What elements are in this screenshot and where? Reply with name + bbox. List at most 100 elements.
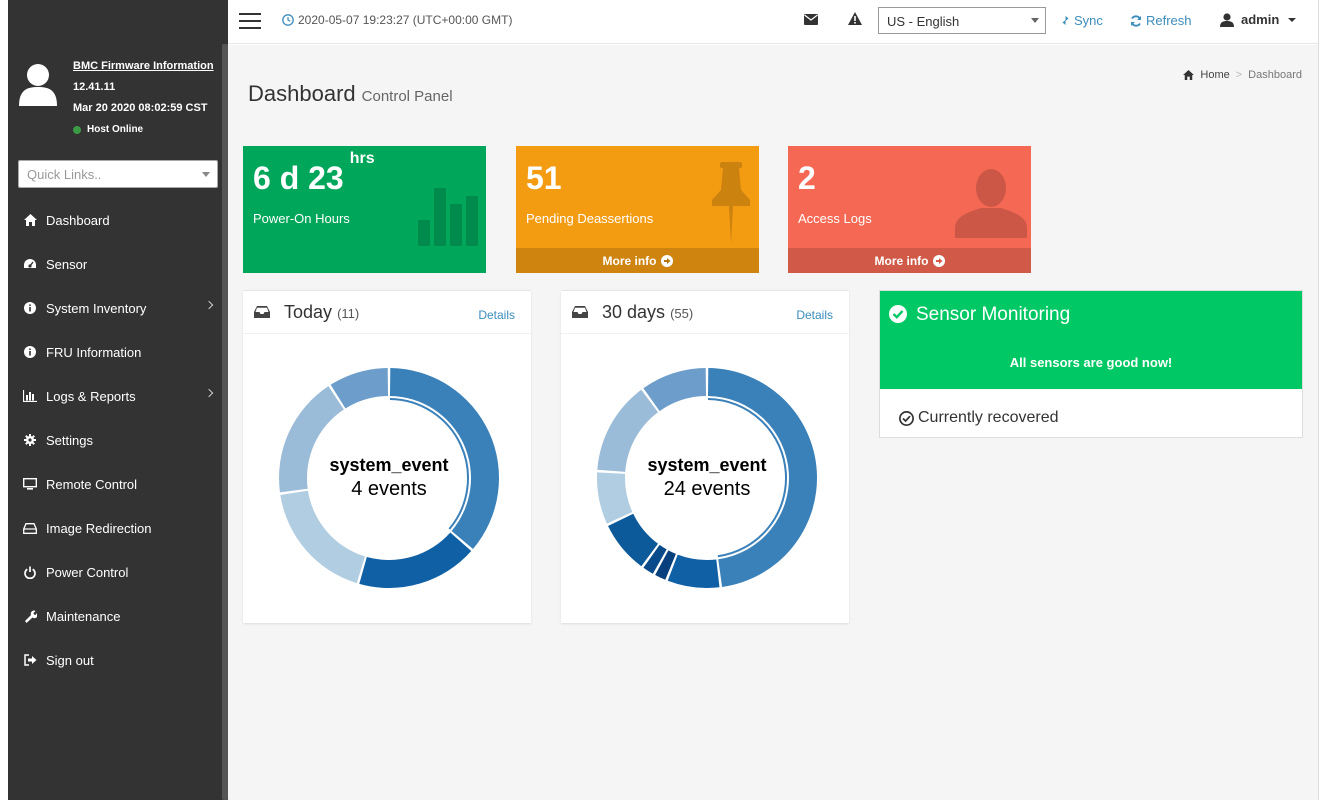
today-panel-header: Today (11) Details [243, 291, 531, 334]
chevron-down-icon [1031, 18, 1039, 23]
access-logs-value: 2 [798, 160, 816, 196]
chevron-down-icon [202, 172, 210, 177]
home-icon [1183, 70, 1195, 80]
refresh-button[interactable]: Refresh [1130, 13, 1192, 28]
sync-button[interactable]: Sync [1060, 13, 1103, 28]
thirty-days-details-link[interactable]: Details [796, 308, 833, 322]
sidebar-item-fru-information[interactable]: FRU Information [8, 330, 222, 374]
sidebar-item-label: Sensor [46, 256, 88, 272]
today-count: (11) [337, 306, 360, 321]
gauge-icon [22, 256, 38, 272]
sensor-monitoring-panel: Sensor Monitoring All sensors are good n… [879, 290, 1303, 438]
sidebar-item-image-redirection[interactable]: Image Redirection [8, 506, 222, 550]
warning-icon[interactable] [848, 12, 862, 25]
menu-toggle-icon[interactable] [239, 13, 261, 29]
page-subtitle: Control Panel [361, 88, 453, 105]
sign-out-icon [22, 652, 38, 668]
status-dot-icon [73, 125, 81, 134]
topbar: 2020-05-07 19:23:27 (UTC+00:00 GMT) US -… [228, 0, 1318, 44]
chevron-right-icon [204, 388, 214, 398]
sidebar-item-settings[interactable]: Settings [8, 418, 222, 462]
sidebar-item-label: FRU Information [46, 344, 142, 360]
sidebar-item-system-inventory[interactable]: System Inventory [8, 286, 222, 330]
thirty-days-donut-chart: system_event 24 events [595, 366, 819, 590]
deassertions-more-info-link[interactable]: More info [516, 248, 759, 273]
datetime-text: 2020-05-07 19:23:27 (UTC+00:00 GMT) [298, 13, 513, 27]
deassertions-value: 51 [526, 160, 562, 196]
main-content: Dashboard Control Panel Home > Dashboard … [228, 45, 1318, 800]
arrow-circle-right-icon [660, 254, 673, 267]
breadcrumb-current: Dashboard [1248, 69, 1302, 81]
more-info-label: More info [874, 253, 929, 268]
today-donut-center: system_event 4 events [277, 366, 501, 590]
sidebar-item-label: Remote Control [46, 476, 138, 492]
sync-icon [1062, 16, 1069, 25]
thirty-days-center-name: system_event [647, 455, 767, 475]
envelope-icon[interactable] [804, 14, 818, 25]
sidebar: BMC Firmware Information 12.41.11 Mar 20… [8, 0, 228, 800]
inbox-icon [572, 306, 588, 318]
language-value: US - English [887, 14, 960, 29]
power-icon [22, 564, 38, 580]
today-center-events: 4 events [351, 478, 427, 500]
sidebar-item-remote-control[interactable]: Remote Control [8, 462, 222, 506]
window-frame-left [0, 0, 8, 800]
window-frame-right [1318, 0, 1326, 800]
host-status: Host Online [73, 124, 143, 135]
sidebar-item-label: Image Redirection [46, 520, 152, 536]
firmware-info-link[interactable]: BMC Firmware Information [73, 60, 214, 72]
page-title: Dashboard Control Panel [248, 81, 453, 107]
more-info-label: More info [602, 253, 657, 268]
today-center-name: system_event [329, 455, 449, 475]
pushpin-icon [712, 162, 750, 244]
sidebar-item-sensor[interactable]: Sensor [8, 242, 222, 286]
today-details-link[interactable]: Details [478, 308, 515, 322]
today-events-panel: Today (11) Details system_event 4 events [243, 290, 531, 623]
check-circle-icon [889, 305, 907, 323]
power-on-value: 6 d 23 hrs [253, 150, 375, 197]
thirty-days-donut-center: system_event 24 events [595, 366, 819, 590]
deassertions-label: Pending Deassertions [526, 211, 654, 226]
sidebar-item-label: Power Control [46, 564, 129, 580]
info-icon [22, 300, 38, 316]
today-donut-chart: system_event 4 events [277, 366, 501, 590]
wrench-icon [22, 608, 38, 624]
refresh-label: Refresh [1146, 13, 1192, 28]
thirty-days-panel-header: 30 days (55) Details [561, 291, 849, 334]
power-on-unit: hrs [349, 150, 375, 168]
sidebar-item-label: Settings [46, 432, 93, 448]
sidebar-item-dashboard[interactable]: Dashboard [8, 198, 222, 242]
sidebar-item-label: Dashboard [46, 212, 110, 228]
sensor-monitoring-message: All sensors are good now! [1009, 355, 1173, 370]
sidebar-item-label: Logs & Reports [46, 388, 136, 404]
today-title-text: Today [284, 302, 333, 322]
firmware-date: Mar 20 2020 08:02:59 CST [73, 102, 208, 114]
sensor-status-text: Currently recovered [918, 409, 1059, 426]
breadcrumb-separator: > [1235, 69, 1243, 81]
user-menu[interactable]: admin [1220, 12, 1297, 27]
quick-links-select[interactable]: Quick Links.. [18, 160, 218, 188]
thirty-days-title: 30 days (55) [602, 302, 693, 323]
sensor-monitoring-header: Sensor Monitoring All sensors are good n… [880, 291, 1302, 389]
user-name: admin [1241, 12, 1280, 27]
user-icon [1220, 12, 1234, 27]
sidebar-nav: Dashboard Sensor System Inventory FRU In… [8, 198, 222, 682]
sidebar-item-maintenance[interactable]: Maintenance [8, 594, 222, 638]
user-icon [955, 169, 1027, 238]
access-logs-more-info-link[interactable]: More info [788, 248, 1031, 273]
bar-chart-icon [22, 388, 38, 404]
language-select[interactable]: US - English [878, 7, 1046, 34]
sidebar-item-label: Sign out [46, 652, 94, 668]
sidebar-item-sign-out[interactable]: Sign out [8, 638, 222, 682]
sidebar-item-power-control[interactable]: Power Control [8, 550, 222, 594]
breadcrumb-home[interactable]: Home [1200, 69, 1229, 81]
gear-icon [22, 432, 38, 448]
sidebar-item-logs-reports[interactable]: Logs & Reports [8, 374, 222, 418]
page-title-text: Dashboard [248, 81, 356, 106]
breadcrumb: Home > Dashboard [1183, 69, 1302, 81]
info-icon [22, 344, 38, 360]
user-avatar-icon [19, 64, 57, 106]
access-logs-label: Access Logs [798, 211, 872, 226]
refresh-icon [1131, 14, 1141, 27]
sync-label: Sync [1074, 13, 1103, 28]
